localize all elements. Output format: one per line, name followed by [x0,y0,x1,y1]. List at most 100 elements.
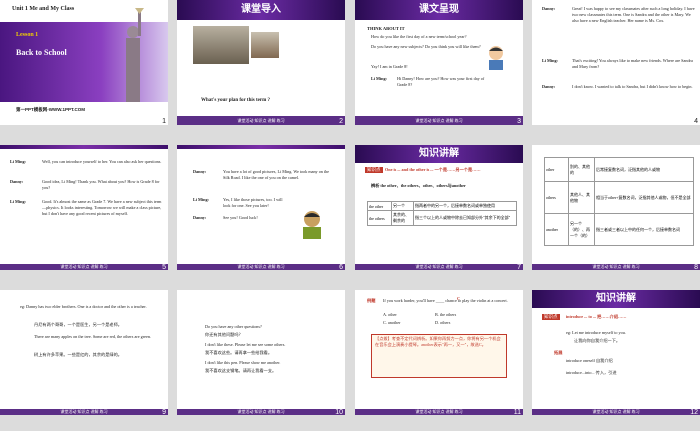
slide-footer: 课堂活动 知识点 讲解 练习 [355,409,523,415]
speaker-name: Li Ming: [193,197,209,202]
table-cell: others [544,181,569,214]
example-line: I don't like these. Please let me see so… [205,342,286,347]
example-line: eg: Danny has two elder brothers. One is… [20,304,147,309]
slide-thumbnail[interactable]: eg: Danny has two elder brothers. One is… [0,290,168,415]
slide-thumbnail[interactable]: other 别的、其他的 后常接复数名词，泛指其他的人或物 others 其他人、其他… [532,145,700,270]
speaker-name: Li Ming: [542,58,558,63]
speech-text: Good. It's almost the same as Grade 7. W… [42,199,162,216]
table-cell: 指三者或三者以上中的任何一个，后接单数名词 [594,213,694,246]
slide-footer: 课堂活动 知识点 讲解 练习 [532,264,700,270]
answer-mark: C [457,296,461,301]
table-row: others 其他人、其他物 相当于other+复数名词，泛指其他人或物，但不是全部 [544,181,694,214]
speaker-name: Danny: [542,84,556,89]
slide-number: 12 [690,409,698,415]
slide-thumbnail[interactable]: 课堂导入 What's your plan for this term ? 课堂… [177,0,345,125]
slide-thumbnail[interactable]: Do you have any other questions? 你还有其他问题… [177,290,345,415]
slide-line: Yay! I am in Grade 8! [371,64,408,69]
speaker-name: Li Ming: [10,159,26,164]
option-c: C. another [383,320,401,325]
site-label: 第一PPT模板网-WWW.1PPT.COM [16,107,85,112]
example-line: Do you have any other questions? [205,324,262,329]
speaker-name: Danny: [542,6,556,11]
example-label: 例题 [367,298,376,303]
knowledge-point-tag: 知识点 [365,167,383,173]
slide-footer: 课堂活动 知识点 讲解 练习 [355,116,523,125]
example-line: eg: Let me introduce myself to you. [566,330,626,335]
slide-number: 8 [694,264,698,270]
speaker-name: Li Ming: [371,76,387,81]
table-cell: 指三个以上的人或物中除去已知部分外"其余下的全部" [413,210,517,226]
table-cell: other [544,157,569,182]
slide-header: 课堂导入 [177,0,345,20]
point-label: 知识点 [542,314,560,320]
table-cell: the others [367,210,392,226]
slide-line: Do you have any new subjects? Do you thi… [371,44,481,49]
example-line: There are many apples on the tree. Some … [34,334,151,339]
slide-thumbnail[interactable]: 例题 If you work harder, you'll have ____ … [355,290,523,415]
example-line: I don't like this pen. Please show me an… [205,360,281,365]
boy-avatar [299,209,325,239]
table-row: another 另一个（的）、再一个（的） 指三者或三者以上中的任何一个，后接单数名… [544,213,694,246]
statue-image [108,8,156,102]
slide-number: 1 [162,118,166,125]
question-text: If you work harder, you'll have ____ cha… [383,298,508,303]
example-line: 丹尼有两个哥哥，一个是医生，另一个是老师。 [34,322,122,327]
slide-number: 2 [339,118,343,125]
key-phrase: introduce ... to ... 把……介绍…… [566,314,627,319]
classroom-photo [193,26,249,64]
table-cell: 别的、其他的 [568,157,595,182]
example-line: 让我向你自我介绍一下。 [574,338,621,343]
slide-unit-title: Unit 1 Me and My Class [12,6,75,12]
option-d: D. others [435,320,451,325]
slide-thumbnail[interactable]: Danny: You have a lot of good pictures, … [177,145,345,270]
slide-footer: 课堂活动 知识点 讲解 练习 [177,264,345,270]
slide-number: 6 [339,264,343,270]
slide-thumbnail[interactable]: 知识讲解 知识点 One is ... and the other is ...… [355,145,523,270]
extend-label: 拓展 [554,350,563,355]
table-row: the others 其余的、剩余的 指三个以上的人或物中除去已知部分外"其余下的全… [367,210,517,226]
example-line: 我不喜欢这些。请再拿一些给我看。 [205,350,273,355]
table-cell: 指两者中的另一个，后接单数名词或单独使用 [413,201,517,211]
think-about-it: THINK ABOUT IT [367,26,405,31]
explain-line: 辨析 the other、the others、other、others与ano… [371,183,466,188]
table-cell: another [544,213,569,246]
slide-number: 10 [335,409,343,415]
point-label: 知识点 [365,167,383,173]
slide-main-title: Back to School [16,48,67,57]
speech-text: I don't know. I wanted to talk to Sandra… [572,84,693,89]
table-cell: 其余的、剩余的 [391,210,414,226]
knowledge-point-tag: 知识点 [542,314,560,320]
table-cell: 另一个 [391,201,414,211]
slide-footer: 课堂活动 知识点 讲解 练习 [532,409,700,415]
slide-thumbnail[interactable]: Danny: Great! I was happy to see my clas… [532,0,700,125]
slide-footer: 课堂活动 知识点 讲解 练习 [0,264,168,270]
speech-text: Hi Danny! How are you? How was your firs… [397,76,485,87]
slide-thumbnail[interactable]: Li Ming: Well, you can introduce yoursel… [0,145,168,270]
slide-thumbnail[interactable]: 课文呈现 THINK ABOUT IT How do you like the … [355,0,523,125]
example-line: 我不喜欢这支钢笔。请再让我看一支。 [205,368,277,373]
classroom-photo-2 [251,32,279,58]
speech-text: Yes, I like those pictures, too. I will … [223,197,283,208]
usage-table: the other 另一个 指两者中的另一个，后接单数名词或单独使用 the oth… [367,201,517,226]
example-line: 树上有许多苹果。一些是红的，其余的是绿的。 [34,352,122,357]
table-cell: 另一个（的）、再一个（的） [568,213,595,246]
speech-text: Good idea, Li Ming! Thank you. What abou… [42,179,160,190]
extend-line: introduce oneself 自我介绍 [566,358,613,363]
slide-thumbnail[interactable]: 知识讲解 知识点 introduce ... to ... 把……介绍…… eg… [532,290,700,415]
slide-lesson: Lesson 1 [16,32,39,38]
slide-footer: 课堂活动 知识点 讲解 练习 [0,409,168,415]
slide-footer: 课堂活动 知识点 讲解 练习 [177,116,345,125]
slide-number: 11 [513,409,521,415]
example-line: 你还有其他问题吗？ [205,332,243,337]
table-cell: the other [367,201,392,211]
speaker-name: Danny: [193,169,207,174]
slide-number: 3 [517,118,521,125]
usage-table: other 别的、其他的 后常接复数名词，泛指其他的人或物 others 其他人、其他… [544,157,694,246]
option-a: A. other [383,312,397,317]
slide-number: 4 [694,118,698,125]
slide-header: 课文呈现 [355,0,523,20]
slide-header: 知识讲解 [532,290,700,308]
slide-number: 7 [517,264,521,270]
speech-text: Well, you can introduce yourself to her.… [42,159,162,164]
slide-thumbnail[interactable]: Unit 1 Me and My Class Lesson 1 Back to … [0,0,168,125]
